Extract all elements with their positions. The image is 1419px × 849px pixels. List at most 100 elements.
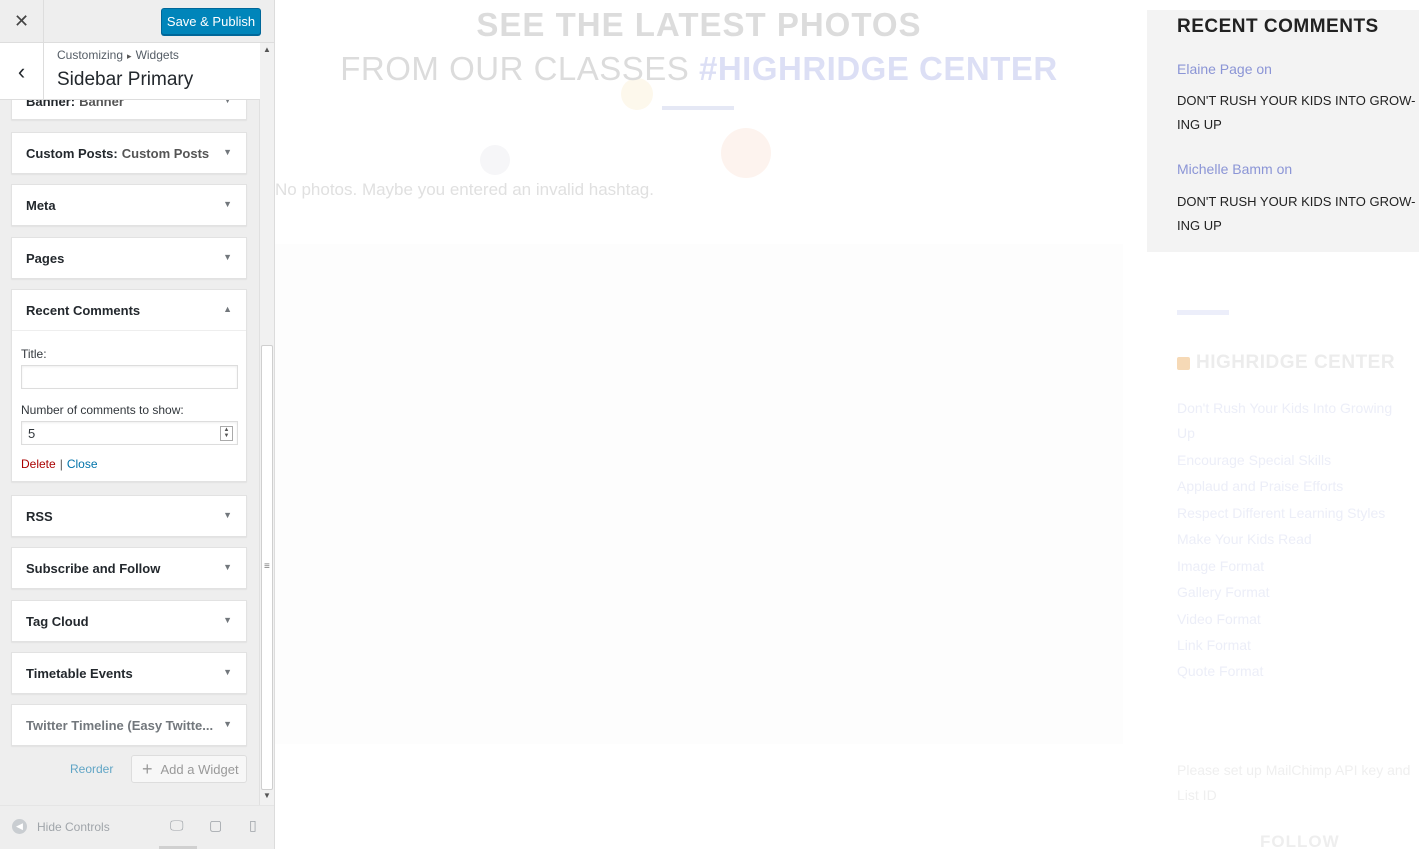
rss-item-link[interactable]: Video Format [1177, 607, 1407, 632]
desktop-icon[interactable]: 🖵 [170, 817, 184, 834]
number-stepper[interactable]: ▲ ▼ [220, 426, 233, 441]
customizer-footer: ◀ Hide Controls 🖵 ▢ ▯ [0, 805, 274, 849]
comment-count-value: 5 [28, 426, 36, 441]
widget-recent-comments: Recent Comments ▲ Title: Number of comme… [11, 289, 247, 482]
hide-controls-label: Hide Controls [37, 819, 110, 834]
widget-recent-comments-label: Recent Comments [26, 302, 141, 318]
photos-subheading: FROM OUR CLASSES #HIGHRIDGE CENTER [275, 50, 1123, 88]
breadcrumb-child: Widgets [135, 48, 179, 62]
widget-pages[interactable]: Pages ▼ [11, 237, 247, 279]
widget-tag-cloud-label: Tag Cloud [26, 613, 89, 629]
chevron-down-icon: ▼ [223, 510, 232, 520]
breadcrumb-root: Customizing [57, 48, 124, 62]
rss-item-link[interactable]: Applaud and Praise Efforts [1177, 474, 1407, 499]
decorative-circle [721, 128, 771, 178]
widget-tag-cloud-title[interactable]: Tag Cloud ▼ [12, 601, 246, 641]
rss-item-link[interactable]: Image Format [1177, 554, 1407, 579]
add-widget-label: Add a Widget [160, 761, 239, 777]
widget-meta-label: Meta [26, 197, 56, 213]
reorder-link[interactable]: Reorder [70, 762, 113, 776]
add-widget-button[interactable]: + Add a Widget [131, 755, 247, 783]
rss-item-link[interactable]: Gallery Format [1177, 580, 1407, 605]
widget-actions: Delete | Close [21, 457, 237, 471]
recent-comments-form: Title: Number of comments to show: 5 ▲ ▼ … [12, 330, 246, 481]
widget-subscribe[interactable]: Subscribe and Follow ▼ [11, 547, 247, 589]
widget-twitter[interactable]: Twitter Timeline (Easy Twitte... ▼ [11, 704, 247, 746]
chevron-down-icon: ▼ [223, 615, 232, 625]
title-field[interactable] [21, 365, 238, 389]
rss-icon [1177, 356, 1190, 370]
photos-hashtag: #HIGHRIDGE CENTER [699, 50, 1058, 87]
widget-rss-label: RSS [26, 508, 53, 524]
widget-custom-posts[interactable]: Custom Posts: Custom Posts ▼ [11, 132, 247, 174]
save-publish-button[interactable]: Save & Publish [161, 8, 261, 35]
customizer-header: ✕ Save & Publish [0, 0, 274, 43]
widget-timetable[interactable]: Timetable Events ▼ [11, 652, 247, 694]
widget-pages-title[interactable]: Pages ▼ [12, 238, 246, 278]
mailchimp-notice: Please set up MailChimp API key and List… [1177, 762, 1411, 803]
site-preview: SEE THE LATEST PHOTOS FROM OUR CLASSES #… [275, 0, 1419, 849]
panel-scrollbar[interactable]: ▲ ≡ ▼ [259, 43, 274, 805]
comment-post-link[interactable]: DON'T RUSH YOUR KIDS INTO GROW-ING UP [1177, 190, 1417, 238]
widget-pages-label: Pages [26, 250, 65, 266]
chevron-down-icon: ▼ [223, 147, 232, 157]
customizer-panel: Banner: Banner ▼ Custom Posts: Custom Po… [0, 0, 275, 849]
follow-heading: FOLLOW [1260, 832, 1340, 849]
close-icon: ✕ [13, 11, 30, 31]
rss-item-link[interactable]: Make Your Kids Read [1177, 527, 1407, 552]
photos-subheading-text: FROM OUR CLASSES [340, 50, 690, 87]
rss-item-link[interactable]: Link Format [1177, 633, 1407, 658]
widget-rss-title[interactable]: RSS ▼ [12, 496, 246, 536]
scroll-up-icon[interactable]: ▲ [263, 45, 271, 54]
widget-meta[interactable]: Meta ▼ [11, 184, 247, 226]
widget-meta-title[interactable]: Meta ▼ [12, 185, 246, 225]
heading-divider [662, 106, 734, 110]
widget-recent-comments-title[interactable]: Recent Comments ▲ [12, 290, 246, 330]
comment-count-field[interactable]: 5 ▲ ▼ [21, 421, 238, 445]
chevron-left-icon: ‹ [17, 58, 26, 84]
comment-count-label: Number of comments to show: [21, 403, 184, 417]
section-header: ‹ Customizing ▸ Widgets Sidebar Primary [0, 43, 260, 100]
close-customizer-button[interactable]: ✕ [0, 0, 44, 43]
breadcrumb-separator-icon: ▸ [127, 51, 132, 61]
widget-tag-cloud[interactable]: Tag Cloud ▼ [11, 600, 247, 642]
comment-author-link[interactable]: Elaine Page on [1177, 61, 1272, 77]
rss-item-link[interactable]: Respect Different Learning Styles [1177, 501, 1407, 526]
rss-widget-heading: HIGHRIDGE CENTER [1177, 352, 1395, 374]
plus-icon: + [142, 758, 153, 779]
collapse-icon: ◀ [12, 819, 27, 834]
hide-controls-button[interactable]: ◀ Hide Controls [12, 819, 110, 834]
breadcrumb: Customizing ▸ Widgets [57, 48, 179, 62]
comment-author-link[interactable]: Michelle Bamm on [1177, 161, 1292, 177]
chevron-up-icon: ▲ [223, 304, 232, 314]
widget-subscribe-title[interactable]: Subscribe and Follow ▼ [12, 548, 246, 588]
widget-subscribe-label: Subscribe and Follow [26, 560, 161, 576]
delete-link[interactable]: Delete [21, 457, 56, 471]
rss-item-link[interactable]: Encourage Special Skills [1177, 448, 1407, 473]
chevron-down-icon: ▼ [223, 667, 232, 677]
content-area [275, 244, 1123, 744]
widget-timetable-title[interactable]: Timetable Events ▼ [12, 653, 246, 693]
chevron-down-icon: ▼ [223, 562, 232, 572]
rss-item-link[interactable]: Don't Rush Your Kids Into Growing Up [1177, 396, 1407, 446]
mobile-icon[interactable]: ▯ [249, 817, 257, 834]
title-field-label: Title: [21, 347, 47, 361]
widget-rss[interactable]: RSS ▼ [11, 495, 247, 537]
chevron-down-icon: ▼ [223, 199, 232, 209]
tablet-icon[interactable]: ▢ [209, 817, 222, 834]
widget-divider [1177, 310, 1229, 315]
scrollbar-thumb[interactable]: ≡ [261, 345, 273, 790]
rss-item-link[interactable]: Quote Format [1177, 659, 1407, 684]
widget-custom-posts-title[interactable]: Custom Posts: Custom Posts ▼ [12, 133, 246, 173]
recent-comments-widget: RECENT COMMENTS Elaine Page on DON'T RUS… [1147, 10, 1419, 252]
widget-custom-posts-label: Custom Posts: [26, 145, 118, 161]
decorative-circle [480, 145, 510, 175]
chevron-down-icon: ▼ [223, 252, 232, 262]
scroll-down-icon[interactable]: ▼ [263, 791, 271, 800]
back-button[interactable]: ‹ [0, 43, 44, 100]
section-title: Sidebar Primary [57, 69, 194, 90]
chevron-down-icon: ▼ [223, 719, 232, 729]
comment-post-link[interactable]: DON'T RUSH YOUR KIDS INTO GROW-ING UP [1177, 89, 1417, 137]
widget-twitter-title[interactable]: Twitter Timeline (Easy Twitte... ▼ [12, 705, 246, 745]
close-link[interactable]: Close [67, 457, 98, 471]
